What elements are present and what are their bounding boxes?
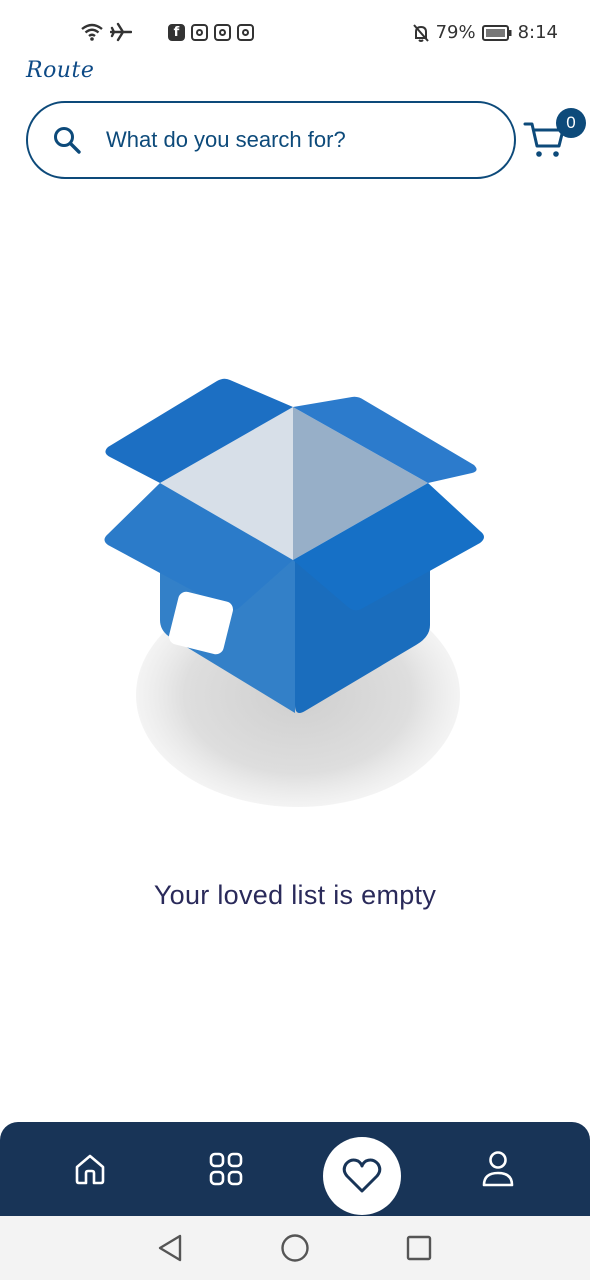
instagram-icon <box>214 23 231 41</box>
mute-bell-icon <box>412 23 430 43</box>
home-circle-icon[interactable] <box>277 1230 313 1266</box>
search-bar[interactable]: What do you search for? <box>26 101 516 179</box>
instagram-icon <box>237 23 254 41</box>
battery-percent: 79% <box>435 22 476 43</box>
clock: 8:14 <box>517 22 558 43</box>
bottom-navigation <box>0 1122 590 1216</box>
nav-favorites-button[interactable] <box>323 1137 401 1215</box>
status-bar-left: f <box>80 22 254 42</box>
system-navigation-bar <box>0 1216 590 1280</box>
search-icon[interactable] <box>52 125 82 155</box>
instagram-icon <box>191 23 208 41</box>
nav-categories-button[interactable] <box>196 1122 256 1216</box>
nav-profile-button[interactable] <box>468 1122 528 1216</box>
cart-count-badge: 0 <box>556 108 586 138</box>
back-icon[interactable] <box>152 1230 188 1266</box>
heart-icon[interactable] <box>342 1158 382 1194</box>
home-icon[interactable] <box>72 1151 108 1187</box>
wifi-icon <box>80 22 104 42</box>
notification-icons: f <box>168 23 254 41</box>
profile-icon[interactable] <box>480 1149 516 1189</box>
status-bar-right: 79% 8:14 <box>412 22 558 43</box>
nav-home-button[interactable] <box>60 1122 120 1216</box>
recents-icon[interactable] <box>401 1230 437 1266</box>
empty-state-message: Your loved list is empty <box>153 880 437 910</box>
open-box-icon <box>100 375 490 815</box>
brand-logo: Route <box>26 58 95 83</box>
facebook-icon: f <box>168 23 185 41</box>
airplane-icon <box>110 22 132 42</box>
search-input[interactable]: What do you search for? <box>106 127 346 153</box>
battery-icon <box>481 24 512 42</box>
categories-icon[interactable] <box>208 1151 244 1187</box>
